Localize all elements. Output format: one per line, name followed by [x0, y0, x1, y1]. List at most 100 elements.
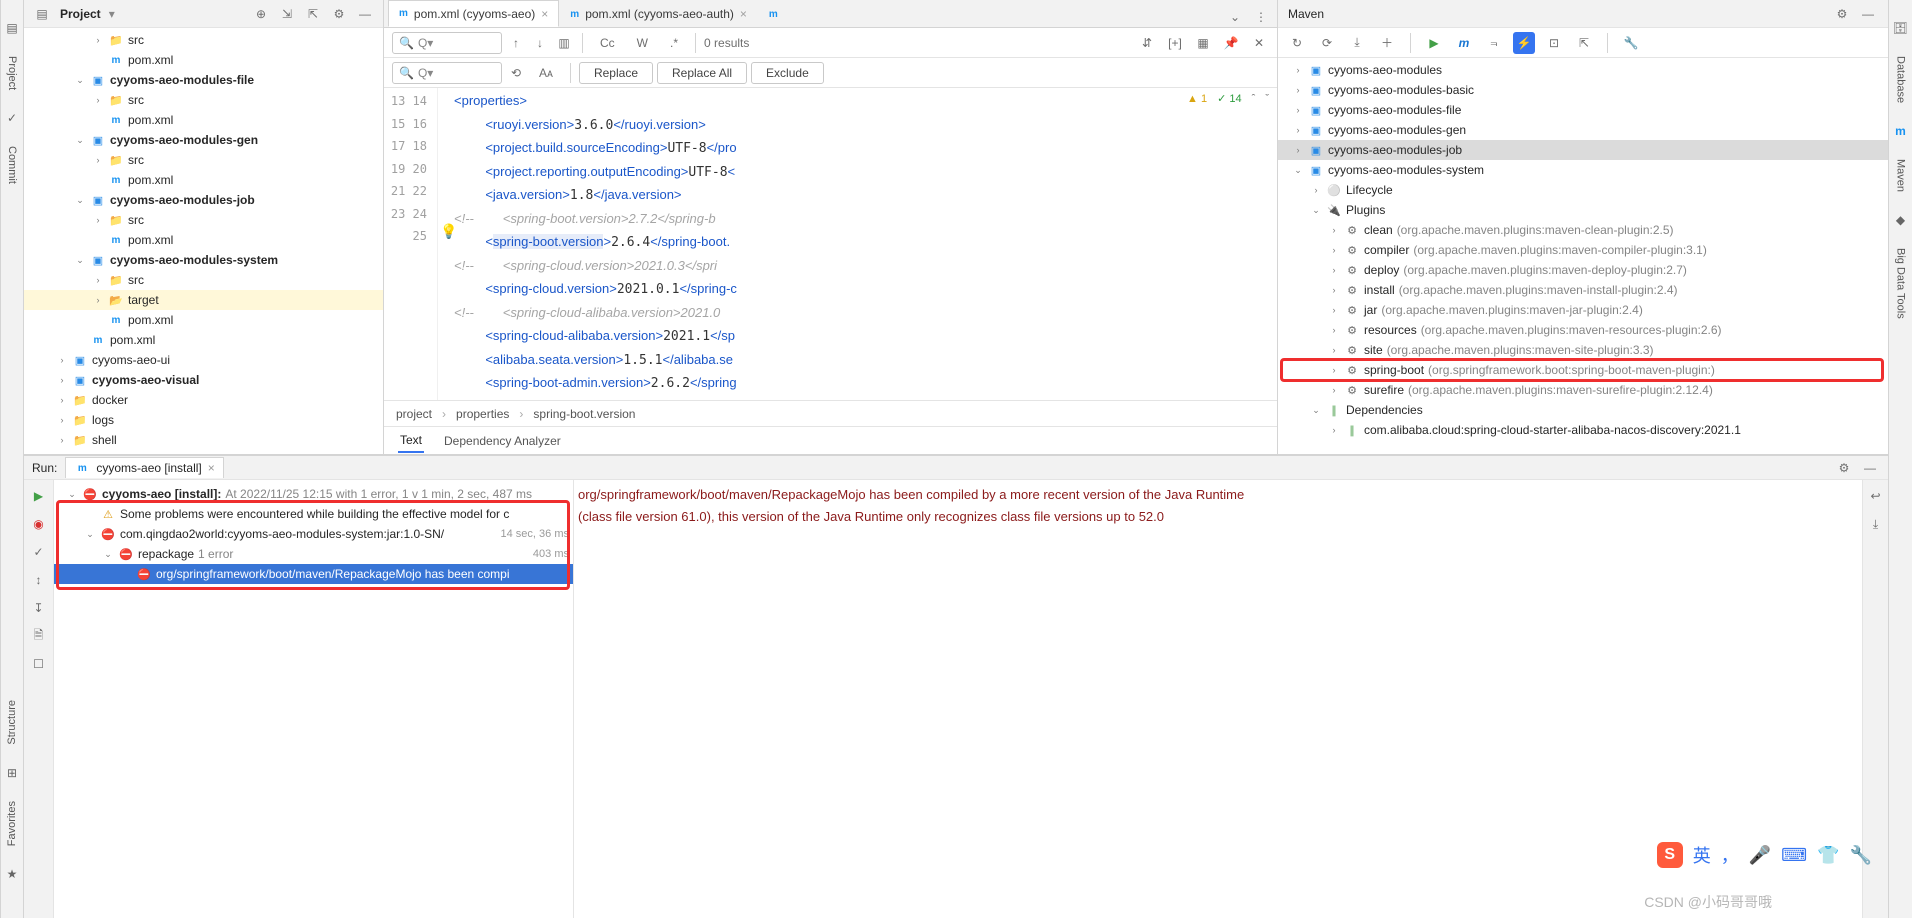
maven-tree-item[interactable]: ⌄▣cyyoms-aeo-modules-system: [1278, 160, 1888, 180]
maven-tree-item[interactable]: ⌄∥Dependencies: [1278, 400, 1888, 420]
project-tree-item[interactable]: ⌄▣cyyoms-aeo-modules-job: [24, 190, 383, 210]
select-opened-file-icon[interactable]: ⊕: [251, 4, 271, 24]
project-tree-item[interactable]: ⌄▣cyyoms-aeo-modules-gen: [24, 130, 383, 150]
project-tree-item[interactable]: ›📂target: [24, 290, 383, 310]
replace-input[interactable]: 🔍Q▾: [392, 62, 502, 84]
favorites-tool-icon[interactable]: ★: [4, 866, 20, 882]
ime-comma-icon[interactable]: ，: [1721, 842, 1739, 868]
run-maven-icon[interactable]: ▶: [1423, 32, 1445, 54]
tab-text[interactable]: Text: [398, 429, 424, 453]
hide-panel-icon[interactable]: —: [355, 4, 375, 24]
show-dependencies-icon[interactable]: ⊡: [1543, 32, 1565, 54]
ime-lang[interactable]: 英: [1693, 842, 1711, 868]
inspection-widget[interactable]: ▲ 1 ✓ 14 ˆˇ: [1187, 92, 1269, 105]
database-tool-icon[interactable]: 🗄: [1893, 20, 1909, 36]
maven-tree-item[interactable]: ›⚙deploy (org.apache.maven.plugins:maven…: [1278, 260, 1888, 280]
breadcrumb[interactable]: project› properties› spring-boot.version: [384, 400, 1277, 426]
settings-icon[interactable]: ⚙: [329, 4, 349, 24]
project-tree-item[interactable]: mpom.xml: [24, 110, 383, 130]
maven-tree-item[interactable]: ›▣cyyoms-aeo-modules-file: [1278, 100, 1888, 120]
next-match-icon[interactable]: ↓: [530, 33, 550, 53]
intention-bulb-icon[interactable]: 💡: [440, 223, 457, 240]
ime-shirt-icon[interactable]: 👕: [1817, 845, 1839, 866]
ime-tool-icon[interactable]: 🔧: [1850, 845, 1872, 866]
maven-tree-item[interactable]: ›⚙site (org.apache.maven.plugins:maven-s…: [1278, 340, 1888, 360]
maven-tree-item[interactable]: ›∥com.alibaba.cloud:spring-cloud-starter…: [1278, 420, 1888, 440]
project-tool-icon[interactable]: ▤: [4, 20, 20, 36]
tabs-dropdown-icon[interactable]: ⌄: [1225, 7, 1245, 27]
project-tree-item[interactable]: mpom.xml: [24, 170, 383, 190]
maven-wrench-icon[interactable]: 🔧: [1620, 32, 1642, 54]
swap-icon[interactable]: ⟲: [506, 63, 526, 83]
editor-tab[interactable]: mpom.xml (cyyoms-aeo-auth)×: [559, 0, 758, 27]
generate-sources-icon[interactable]: ⟳: [1316, 32, 1338, 54]
filter-icon[interactable]: ▥: [554, 33, 574, 53]
editor-code[interactable]: <properties> <ruoyi.version>3.6.0</ruoyi…: [438, 88, 1277, 400]
ime-keyboard-icon[interactable]: ⌨: [1781, 845, 1807, 866]
execute-goal-icon[interactable]: m: [1453, 32, 1475, 54]
reload-icon[interactable]: ↻: [1286, 32, 1308, 54]
collapse-maven-icon[interactable]: ⇱: [1573, 32, 1595, 54]
run-tab[interactable]: m cyyoms-aeo [install] ×: [65, 457, 223, 478]
close-tab-icon[interactable]: ×: [740, 7, 747, 21]
project-tree-item[interactable]: ⌄▣cyyoms-aeo-modules-system: [24, 250, 383, 270]
exclude-button[interactable]: Exclude: [751, 62, 824, 84]
collapse-all-icon[interactable]: ⇱: [303, 4, 323, 24]
select-all-matches-icon[interactable]: ⇵: [1137, 33, 1157, 53]
expand-all-icon[interactable]: ⇲: [277, 4, 297, 24]
maven-tree-item[interactable]: ›⚪Lifecycle: [1278, 180, 1888, 200]
project-tree-item[interactable]: mpom.xml: [24, 310, 383, 330]
expand-tree-icon[interactable]: ↕: [29, 570, 49, 590]
project-tree-item[interactable]: mpom.xml: [24, 50, 383, 70]
editor-body[interactable]: ▲ 1 ✓ 14 ˆˇ 💡 13 14 15 16 17 18 19 20 21…: [384, 88, 1277, 400]
favorites-stripe-label[interactable]: Favorites: [6, 797, 18, 850]
scroll-to-end-icon[interactable]: ↧: [29, 598, 49, 618]
maven-tool-icon[interactable]: m: [1893, 123, 1909, 139]
project-tree-item[interactable]: ›📁docker: [24, 390, 383, 410]
project-stripe-label[interactable]: Project: [6, 52, 18, 94]
find-settings-icon[interactable]: ▦: [1193, 33, 1213, 53]
replace-all-button[interactable]: Replace All: [657, 62, 747, 84]
project-tree-item[interactable]: ›▣cyyoms-aeo-visual: [24, 370, 383, 390]
project-tree-item[interactable]: mpom.xml: [24, 230, 383, 250]
maven-tree-item[interactable]: ›▣cyyoms-aeo-modules-job: [1278, 140, 1888, 160]
close-tab-icon[interactable]: ×: [541, 7, 548, 21]
replace-button[interactable]: Replace: [579, 62, 653, 84]
add-selection-icon[interactable]: [+]: [1165, 33, 1185, 53]
add-maven-icon[interactable]: ＋: [1376, 32, 1398, 54]
filter-passed-icon[interactable]: ✓: [29, 542, 49, 562]
structure-stripe-label[interactable]: Structure: [6, 696, 18, 749]
print-icon[interactable]: 🗎: [29, 626, 49, 646]
project-tree-item[interactable]: ›📁shell: [24, 430, 383, 450]
run-tree-item[interactable]: ⚠Some problems were encountered while bu…: [54, 504, 573, 524]
regex-button[interactable]: .*: [661, 32, 687, 54]
editor-tab-overflow[interactable]: m: [758, 0, 789, 27]
maven-tree-item[interactable]: ›⚙surefire (org.apache.maven.plugins:mav…: [1278, 380, 1888, 400]
preserve-case-icon[interactable]: Aᴀ: [530, 62, 562, 84]
pin-find-icon[interactable]: 📌: [1221, 33, 1241, 53]
project-tree-item[interactable]: ›📁src: [24, 150, 383, 170]
close-find-icon[interactable]: ✕: [1249, 33, 1269, 53]
commit-tool-icon[interactable]: ✓: [4, 110, 20, 126]
run-settings-icon[interactable]: ⚙: [1834, 458, 1854, 478]
close-run-tab-icon[interactable]: ×: [208, 461, 215, 475]
whole-words-button[interactable]: W: [628, 32, 657, 54]
project-tree-item[interactable]: mpom.xml: [24, 330, 383, 350]
project-tree-item[interactable]: ›📁src: [24, 90, 383, 110]
crumb-properties[interactable]: properties: [456, 407, 509, 421]
maven-tree-item[interactable]: ›⚙install (org.apache.maven.plugins:mave…: [1278, 280, 1888, 300]
match-case-button[interactable]: Cc: [591, 32, 624, 54]
bigdata-stripe-label[interactable]: Big Data Tools: [1895, 244, 1907, 323]
maven-tree-item[interactable]: ›⚙resources (org.apache.maven.plugins:ma…: [1278, 320, 1888, 340]
maven-tree-item[interactable]: ›⚙spring-boot (org.springframework.boot:…: [1278, 360, 1888, 380]
project-tree-item[interactable]: ›📁src: [24, 30, 383, 50]
tab-dependency-analyzer[interactable]: Dependency Analyzer: [442, 430, 563, 452]
scroll-lock-icon[interactable]: ⤓: [1866, 514, 1886, 534]
export-icon[interactable]: ☐: [29, 654, 49, 674]
toggle-offline-icon[interactable]: ⫬: [1483, 32, 1505, 54]
stop-icon[interactable]: ◉: [29, 514, 49, 534]
run-tree-item[interactable]: ⌄⛔com.qingdao2world:cyyoms-aeo-modules-s…: [54, 524, 573, 544]
maven-tree-item[interactable]: ›⚙compiler (org.apache.maven.plugins:mav…: [1278, 240, 1888, 260]
ime-badge[interactable]: S: [1657, 842, 1683, 868]
rerun-icon[interactable]: ▶: [29, 486, 49, 506]
